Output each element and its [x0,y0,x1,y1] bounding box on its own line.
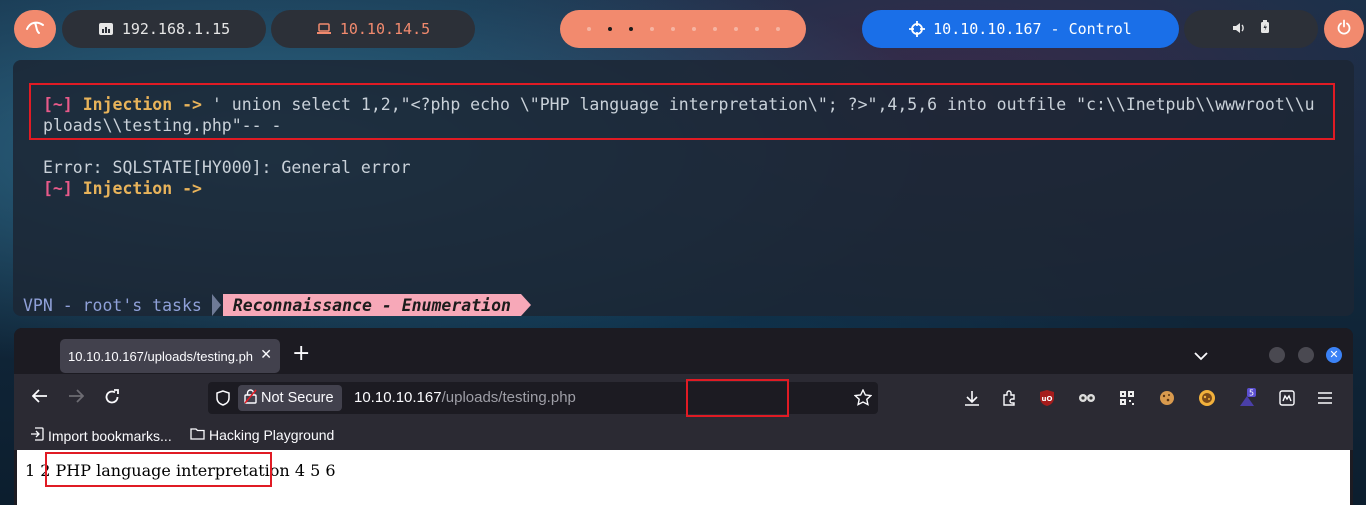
laptop-icon [316,23,332,35]
prompt-line: [~] Injection -> [43,178,202,199]
power-button[interactable] [1324,10,1364,48]
security-label: Not Secure [261,390,334,406]
url-text[interactable]: 10.10.10.167/uploads/testing.php [354,389,576,406]
close-tab-icon[interactable]: ✕ [260,346,272,363]
url-bar[interactable]: Not Secure 10.10.10.167/uploads/testing.… [208,379,878,417]
bookmark-label: Hacking Playground [209,427,335,443]
bookmark-folder[interactable]: Hacking Playground [190,427,334,443]
system-tray[interactable] [1184,10,1318,48]
prompt-label: Injection -> [82,179,202,198]
hamburger-menu-icon[interactable] [1315,388,1335,408]
cookie-editor-icon[interactable] [1157,388,1177,408]
url-path-dir: /uploads/ [441,389,503,406]
status-session: VPN - root's tasks [23,295,202,315]
host-ip-widget[interactable]: 192.168.1.15 [62,10,266,48]
bookmark-item[interactable]: Import bookmarks... [30,427,172,444]
close-window-button[interactable]: ✕ [1326,347,1342,363]
command-line: [~] Injection -> ' union select 1,2,"<?p… [43,94,1323,115]
svg-text:uO: uO [1042,395,1053,403]
sql-payload: ' union select 1,2,"<?php echo \"PHP lan… [201,95,1315,114]
maximize-button[interactable] [1298,347,1314,363]
terminal-window[interactable]: [~] Injection -> ' union select 1,2,"<?p… [13,60,1354,316]
reload-icon[interactable] [104,389,120,405]
workspace-dot[interactable] [754,27,759,31]
host-ip-text: 192.168.1.15 [121,20,231,38]
target-widget[interactable]: 10.10.10.167 - Control [862,10,1179,48]
workspace-switcher[interactable] [560,10,806,48]
tab-title: 10.10.10.167/uploads/testing.php [68,348,253,364]
url-host: 10.10.10.167 [354,389,442,406]
extension-badge: 5 [1249,389,1254,398]
network-icon [98,22,114,36]
error-output: Error: SQLSTATE[HY000]: General error [43,158,411,177]
navigation-toolbar: Not Secure 10.10.10.167/uploads/testing.… [14,374,1353,422]
volume-icon[interactable] [1232,20,1246,38]
command-line-wrap: ploads\\testing.php"-- - [43,116,282,135]
vpn-ip-widget[interactable]: 10.10.14.5 [271,10,475,48]
workspace-dot[interactable] [691,27,696,31]
download-icon[interactable] [962,388,982,408]
foxyproxy-icon[interactable] [1077,388,1097,408]
bookmarks-toolbar: Import bookmarks... Hacking Playground [14,422,1353,450]
bookmark-star-icon[interactable] [853,388,873,410]
folder-icon [190,427,205,443]
workspace-dot[interactable] [775,27,780,31]
kali-menu-button[interactable] [14,10,56,48]
forward-icon[interactable] [68,389,84,403]
cookie-manager-icon[interactable] [1197,388,1217,408]
workspace-dot[interactable] [649,27,654,31]
workspace-dot[interactable] [712,27,717,31]
tmux-status-line: VPN - root's tasks Reconnaissance - Enum… [13,294,531,316]
bookmark-label: Import bookmarks... [48,427,172,444]
kali-dragon-icon [25,19,45,39]
powerline-separator [520,294,531,316]
status-task: Reconnaissance - Enumeration [222,294,521,316]
extensions-icon[interactable] [999,388,1019,408]
powerline-separator [211,294,221,316]
tracking-shield-icon[interactable] [216,390,230,410]
prompt-bracket: [~] [43,95,73,114]
battery-icon[interactable] [1260,20,1270,38]
workspace-dot[interactable] [607,27,612,31]
annotation-box [686,379,789,417]
prompt-label: Injection -> [82,95,202,114]
firefox-window: 10.10.10.167/uploads/testing.php ✕ + ✕ N… [14,328,1353,505]
workspace-dot[interactable] [586,27,591,31]
power-icon [1336,19,1352,39]
site-info-button[interactable]: Not Secure [238,385,342,411]
qr-code-icon[interactable] [1117,388,1137,408]
vpn-ip-text: 10.10.14.5 [339,20,431,38]
workspace-dot[interactable] [733,27,738,31]
ublock-origin-icon[interactable]: uO [1037,388,1057,408]
page-content: 1 2 PHP language interpretation 4 5 6 [17,450,1350,505]
crosshair-icon [909,21,926,37]
browser-tab[interactable]: 10.10.10.167/uploads/testing.php ✕ [60,339,280,373]
top-panel: 192.168.1.15 10.10.14.5 10.10.10.167 - C… [0,0,1366,58]
workspace-dot[interactable] [628,27,633,31]
url-path-file: testing.php [502,389,576,406]
target-text: 10.10.10.167 - Control [933,20,1132,38]
wappalyzer-icon[interactable] [1277,388,1297,408]
new-tab-button[interactable]: + [292,342,310,366]
back-icon[interactable] [32,389,48,403]
hacktools-icon[interactable]: 5 [1237,388,1257,408]
import-icon [30,427,44,444]
prompt-bracket: [~] [43,179,73,198]
minimize-button[interactable] [1269,347,1285,363]
annotation-box [45,452,272,487]
insecure-lock-icon [244,388,257,408]
workspace-dot[interactable] [670,27,675,31]
output-suffix: 4 5 6 [289,461,336,480]
chevron-down-icon[interactable] [1194,346,1208,365]
